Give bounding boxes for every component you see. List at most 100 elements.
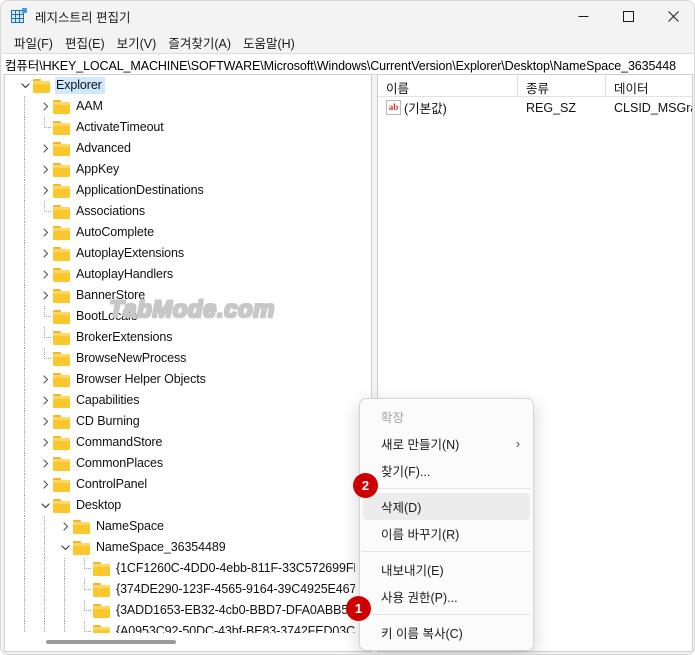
chevron-right-icon[interactable]: [37, 264, 53, 285]
menu-item-4[interactable]: 도움말(H): [237, 31, 301, 54]
folder-icon: [53, 99, 70, 114]
folder-icon: [53, 141, 70, 156]
tree-item[interactable]: ApplicationDestinations: [5, 180, 357, 201]
context-menu-item[interactable]: 찾기(F)...: [363, 457, 530, 484]
chevron-down-icon[interactable]: [37, 495, 53, 516]
folder-icon: [53, 225, 70, 240]
chevron-right-icon[interactable]: [37, 474, 53, 495]
folder-icon: [73, 540, 90, 555]
folder-icon: [53, 456, 70, 471]
folder-icon: [53, 162, 70, 177]
value-list-row[interactable]: ab (기본값) REG_SZ CLSID_MSGraph: [378, 97, 692, 118]
chevron-right-icon[interactable]: [37, 369, 53, 390]
tree-item[interactable]: AutoComplete: [5, 222, 357, 243]
tree-item[interactable]: BootLocale: [5, 306, 357, 327]
column-header-data[interactable]: 데이터: [606, 75, 692, 97]
tree-item[interactable]: CommandStore: [5, 432, 357, 453]
tree-item[interactable]: Capabilities: [5, 390, 357, 411]
tree-item-label: AutoplayExtensions: [76, 246, 184, 260]
tree-connector: [37, 201, 53, 222]
value-data-cell: CLSID_MSGraph: [614, 100, 692, 115]
chevron-right-icon[interactable]: [37, 222, 53, 243]
context-menu-separator: [362, 614, 531, 615]
folder-icon: [53, 204, 70, 219]
context-menu-item[interactable]: 삭제(D): [363, 493, 530, 520]
tree-item[interactable]: Associations: [5, 201, 357, 222]
tree-item[interactable]: BrowseNewProcess: [5, 348, 357, 369]
menu-item-2[interactable]: 보기(V): [111, 31, 163, 54]
tree-item-label: AutoplayHandlers: [76, 267, 174, 281]
registry-editor-icon: [11, 8, 27, 24]
tree-item[interactable]: ControlPanel: [5, 474, 357, 495]
value-list-header: 이름 종류 데이터: [378, 75, 692, 97]
tree-item[interactable]: Desktop: [5, 495, 357, 516]
chevron-right-icon[interactable]: [37, 453, 53, 474]
context-menu-item[interactable]: 이름 바꾸기(R): [363, 520, 530, 547]
context-menu-item[interactable]: 내보내기(E): [363, 556, 530, 583]
chevron-down-icon[interactable]: [57, 537, 73, 558]
context-menu-item-label: 새로 만들기(N): [381, 438, 460, 452]
address-path: 컴퓨터\HKEY_LOCAL_MACHINE\SOFTWARE\Microsof…: [5, 58, 676, 73]
context-menu-item[interactable]: 사용 권한(P)...: [363, 583, 530, 610]
value-list-rows[interactable]: ab (기본값) REG_SZ CLSID_MSGraph: [378, 97, 692, 118]
tree-item[interactable]: NameSpace: [5, 516, 357, 537]
address-bar[interactable]: 컴퓨터\HKEY_LOCAL_MACHINE\SOFTWARE\Microsof…: [2, 53, 694, 75]
chevron-right-icon[interactable]: [37, 180, 53, 201]
context-menu-item-label: 삭제(D): [381, 501, 422, 515]
chevron-right-icon[interactable]: [37, 411, 53, 432]
tree-item-label: {A0953C92-50DC-43bf-BE83-3742FED03C9: [116, 624, 357, 633]
tree-item[interactable]: NameSpace_36354489: [5, 537, 357, 558]
key-tree-pane[interactable]: Explorer AAM ActivateTimeout Advanced AppKey…: [4, 74, 372, 652]
maximize-button[interactable]: [606, 1, 651, 31]
minimize-button[interactable]: [561, 1, 606, 31]
value-icon-text: ab: [388, 102, 399, 112]
context-menu[interactable]: 확장 새로 만들기(N) › 찾기(F)... 삭제(D) 이름 바꾸기(R) 내보내기(E…: [359, 398, 534, 651]
context-menu-item[interactable]: 새로 만들기(N) ›: [363, 430, 530, 457]
tree-item-label: Browser Helper Objects: [76, 372, 206, 386]
tree-item[interactable]: BrokerExtensions: [5, 327, 357, 348]
title-bar[interactable]: 레지스트리 편집기: [1, 1, 694, 31]
chevron-right-icon[interactable]: [37, 243, 53, 264]
tree-item[interactable]: CommonPlaces: [5, 453, 357, 474]
tree-item[interactable]: {374DE290-123F-4565-9164-39C4925E467: [5, 579, 357, 600]
tree-item[interactable]: Explorer: [5, 75, 357, 96]
chevron-right-icon[interactable]: [37, 159, 53, 180]
chevron-right-icon[interactable]: [37, 285, 53, 306]
close-button[interactable]: [651, 1, 694, 31]
menu-item-3[interactable]: 즐겨찾기(A): [162, 31, 237, 54]
tree-item-label: CommonPlaces: [76, 456, 164, 470]
tree-item[interactable]: AppKey: [5, 159, 357, 180]
context-menu-item[interactable]: 키 이름 복사(C): [363, 619, 530, 646]
chevron-right-icon[interactable]: [37, 432, 53, 453]
tree-item[interactable]: AutoplayExtensions: [5, 243, 357, 264]
tree-item[interactable]: AutoplayHandlers: [5, 264, 357, 285]
tree-item-label: AutoComplete: [76, 225, 155, 239]
context-menu-item-label: 찾기(F)...: [381, 465, 431, 479]
tree-item[interactable]: {1CF1260C-4DD0-4ebb-811F-33C572699FD: [5, 558, 357, 579]
tree-horizontal-scrollbar[interactable]: [6, 634, 371, 650]
tree-item[interactable]: CD Burning: [5, 411, 357, 432]
menu-item-0[interactable]: 파일(F): [8, 31, 59, 54]
chevron-right-icon[interactable]: [37, 96, 53, 117]
tree-item[interactable]: BannerStore: [5, 285, 357, 306]
tree-item-label: Capabilities: [76, 393, 140, 407]
chevron-right-icon[interactable]: [37, 390, 53, 411]
tree-connector: [77, 621, 93, 633]
column-header-type[interactable]: 종류: [518, 75, 606, 97]
tree-item-label: Associations: [76, 204, 145, 218]
tree-item[interactable]: Browser Helper Objects: [5, 369, 357, 390]
tree-item[interactable]: {3ADD1653-EB32-4cb0-BBD7-DFA0ABB5AC: [5, 600, 357, 621]
key-tree[interactable]: Explorer AAM ActivateTimeout Advanced AppKey…: [5, 75, 357, 633]
tree-connector: [77, 558, 93, 579]
tree-item[interactable]: {A0953C92-50DC-43bf-BE83-3742FED03C9: [5, 621, 357, 633]
tree-item[interactable]: AAM: [5, 96, 357, 117]
chevron-right-icon[interactable]: [37, 138, 53, 159]
tree-item[interactable]: Advanced: [5, 138, 357, 159]
menu-item-1[interactable]: 편집(E): [59, 31, 111, 54]
column-header-name[interactable]: 이름: [378, 75, 518, 97]
chevron-right-icon[interactable]: [57, 516, 73, 537]
folder-icon: [93, 624, 110, 633]
tree-item[interactable]: ActivateTimeout: [5, 117, 357, 138]
folder-icon: [53, 393, 70, 408]
chevron-down-icon[interactable]: [17, 75, 33, 96]
